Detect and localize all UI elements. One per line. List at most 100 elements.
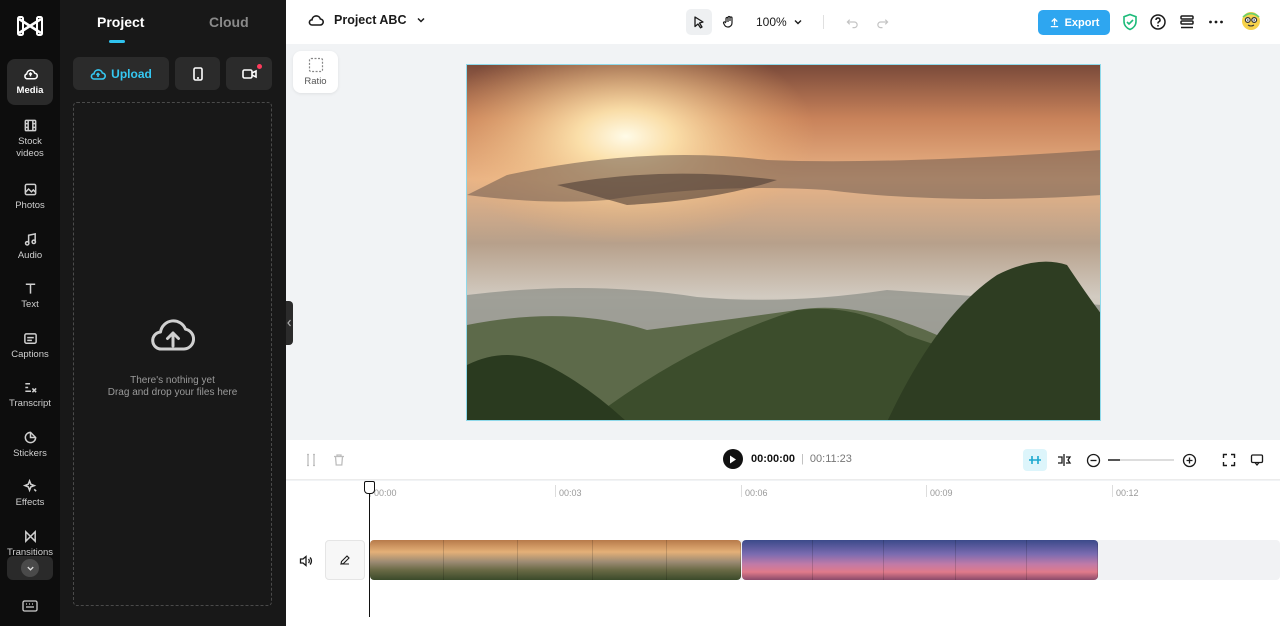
rail-item-stock-videos[interactable]: Stock videos xyxy=(7,115,53,163)
more-options-icon[interactable] xyxy=(1207,13,1225,31)
clip-thumbnail xyxy=(742,540,814,580)
keyboard-icon[interactable] xyxy=(22,600,38,612)
active-tab-indicator xyxy=(109,40,125,43)
edit-track-button[interactable] xyxy=(325,540,365,580)
clip-thumbnail xyxy=(518,540,593,580)
clip-thumbnail xyxy=(1026,540,1098,580)
capcut-logo-icon xyxy=(17,16,43,36)
clip-thumbnail xyxy=(370,540,445,580)
sticker-icon xyxy=(24,431,36,444)
rail-item-transcript[interactable]: Transcript xyxy=(7,372,53,418)
clip-thumbnail xyxy=(444,540,519,580)
panel-collapse-handle[interactable] xyxy=(286,301,293,345)
tab-project[interactable]: Project xyxy=(97,14,144,30)
cloud-upload-icon xyxy=(151,319,196,351)
ratio-button[interactable]: Ratio xyxy=(293,51,338,93)
record-button[interactable] xyxy=(226,57,272,90)
video-clip-dusk[interactable] xyxy=(742,540,1098,580)
rail-item-label: Text xyxy=(21,299,39,311)
chevron-down-icon xyxy=(794,20,802,25)
help-icon[interactable] xyxy=(1149,13,1167,31)
chevron-down-icon xyxy=(21,559,39,577)
media-panel: Project Cloud Upload There's nothing yet… xyxy=(60,0,286,626)
playhead-handle[interactable] xyxy=(364,481,375,494)
split-icon[interactable] xyxy=(303,452,319,468)
fullscreen-button[interactable] xyxy=(1220,451,1238,469)
timeline-toolbar: 00:00:00 | 00:11:23 xyxy=(286,440,1280,480)
notification-dot xyxy=(257,64,262,69)
rail-item-stickers[interactable]: Stickers xyxy=(7,422,53,468)
upload-button[interactable]: Upload xyxy=(73,57,169,90)
rail-item-media[interactable]: Media xyxy=(7,59,53,105)
project-menu[interactable]: Project ABC xyxy=(308,13,426,27)
hand-icon xyxy=(722,15,733,28)
transitions-icon xyxy=(24,530,36,544)
captions-icon xyxy=(23,333,37,344)
video-clip-sunset[interactable] xyxy=(370,540,741,580)
tab-cloud[interactable]: Cloud xyxy=(209,14,249,30)
shield-check-icon[interactable] xyxy=(1121,13,1139,31)
hand-tool-button[interactable] xyxy=(716,9,742,35)
film-icon xyxy=(24,119,36,132)
rail-item-photos[interactable]: Photos xyxy=(7,174,53,220)
zoom-in-button[interactable] xyxy=(1180,451,1198,469)
playhead-line[interactable] xyxy=(369,481,370,617)
undo-icon xyxy=(846,18,858,28)
split-screen-icon xyxy=(1058,454,1072,466)
export-label: Export xyxy=(1064,16,1100,29)
zoom-out-icon xyxy=(1086,453,1100,467)
rail-item-label: Audio xyxy=(17,250,43,262)
comment-icon xyxy=(1250,454,1264,467)
toolbar-divider xyxy=(822,15,824,29)
rail-item-audio[interactable]: Audio xyxy=(7,224,53,270)
select-tool-button[interactable] xyxy=(686,9,712,35)
ruler-label: 00:06 xyxy=(745,488,768,498)
rail-item-label: Stock videos xyxy=(16,136,44,159)
phone-icon xyxy=(192,66,203,81)
delete-icon[interactable] xyxy=(331,452,347,468)
zoom-dropdown[interactable]: 100% xyxy=(756,15,803,29)
ratio-label: Ratio xyxy=(304,76,327,87)
fullscreen-icon xyxy=(1222,453,1236,467)
music-note-icon xyxy=(24,233,36,246)
upload-label: Upload xyxy=(111,66,152,81)
rail-more-button[interactable] xyxy=(7,556,53,580)
export-button[interactable]: Export xyxy=(1038,10,1110,35)
redo-button[interactable] xyxy=(870,9,896,35)
clip-thumbnail xyxy=(955,540,1027,580)
rail-item-effects[interactable]: Effects xyxy=(7,471,53,517)
camera-icon xyxy=(241,68,257,79)
preview-frame-sunset-mountains xyxy=(467,65,1100,420)
clip-thumbnail xyxy=(884,540,956,580)
zoom-level: 100% xyxy=(756,15,787,29)
rail-item-captions[interactable]: Captions xyxy=(7,323,53,369)
comment-button[interactable] xyxy=(1248,451,1266,469)
ruler-tick xyxy=(1112,485,1113,497)
video-preview[interactable] xyxy=(466,64,1101,421)
snap-icon xyxy=(1029,456,1041,464)
layers-icon[interactable] xyxy=(1178,13,1196,31)
aspect-ratio-icon xyxy=(308,57,323,73)
play-icon xyxy=(730,455,736,463)
play-button[interactable] xyxy=(723,449,743,469)
clip-thumbnail xyxy=(666,540,741,580)
top-bar: Project ABC 100% Export xyxy=(286,0,1280,44)
undo-button[interactable] xyxy=(840,9,866,35)
timeline-zoom-slider[interactable] xyxy=(1108,459,1174,461)
volume-icon[interactable] xyxy=(298,553,314,569)
transcript-icon xyxy=(24,383,37,393)
pencil-icon xyxy=(340,555,350,565)
clip-thumbnail xyxy=(813,540,885,580)
panel-tabs: Project Cloud xyxy=(60,0,286,44)
magnet-snap-button[interactable] xyxy=(1023,449,1047,471)
avatar[interactable] xyxy=(1241,11,1261,31)
split-preview-button[interactable] xyxy=(1055,451,1073,469)
app-window: { "rail": { "items": [ {"label": "Media"… xyxy=(0,0,1280,626)
upload-arrow-icon xyxy=(1050,17,1058,28)
drop-zone[interactable]: There's nothing yet Drag and drop your f… xyxy=(73,102,272,606)
project-name: Project ABC xyxy=(334,13,407,27)
timecode: 00:00:00 | 00:11:23 xyxy=(751,453,852,465)
phone-upload-button[interactable] xyxy=(175,57,220,90)
rail-item-text[interactable]: Text xyxy=(7,273,53,319)
zoom-out-button[interactable] xyxy=(1084,451,1102,469)
